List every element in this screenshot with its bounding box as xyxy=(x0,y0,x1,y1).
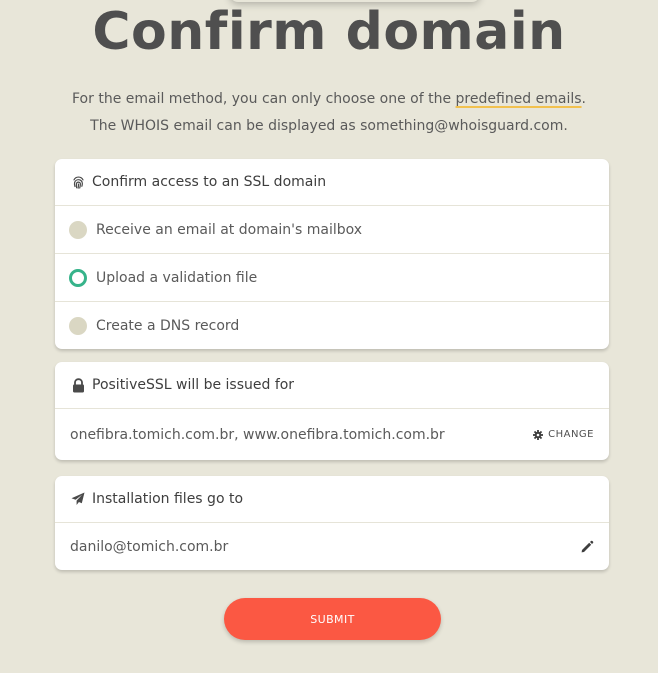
change-button[interactable]: CHANGE xyxy=(533,409,594,460)
option-email-mailbox-label: Receive an email at domain's mailbox xyxy=(96,221,363,238)
radio-email-mailbox[interactable] xyxy=(69,220,87,239)
installation-files-title: Installation files go to xyxy=(92,491,244,507)
radio-dns-record[interactable] xyxy=(69,316,87,335)
validation-method-header: Confirm access to an SSL domain xyxy=(55,159,609,206)
page-subtitle: For the email method, you can only choos… xyxy=(40,86,618,140)
installation-email-text: danilo@tomich.com.br xyxy=(70,538,229,555)
option-dns-record[interactable]: Create a DNS record xyxy=(55,302,609,349)
change-label: CHANGE xyxy=(548,429,594,440)
validation-method-card: Confirm access to an SSL domain Receive … xyxy=(55,159,609,349)
pencil-icon xyxy=(580,540,594,554)
option-upload-file[interactable]: Upload a validation file xyxy=(55,254,609,302)
email-row: danilo@tomich.com.br xyxy=(55,523,609,570)
installation-files-card: Installation files go to danilo@tomich.c… xyxy=(55,476,609,570)
gear-icon xyxy=(533,429,544,440)
fingerprint-icon xyxy=(70,174,86,190)
subtitle-period: . xyxy=(581,91,586,107)
option-upload-file-label: Upload a validation file xyxy=(96,269,258,286)
submit-button[interactable]: SUBMIT xyxy=(224,598,441,640)
issued-for-header: PositiveSSL will be issued for xyxy=(55,362,609,409)
domains-text: onefibra.tomich.com.br, www.onefibra.tom… xyxy=(70,426,445,443)
option-dns-record-label: Create a DNS record xyxy=(96,317,240,334)
validation-method-title: Confirm access to an SSL domain xyxy=(92,174,327,190)
subtitle-line-1: For the email method, you can only choos… xyxy=(40,86,618,113)
installation-files-header: Installation files go to xyxy=(55,476,609,523)
issued-for-title: PositiveSSL will be issued for xyxy=(92,377,295,393)
paper-plane-icon xyxy=(70,491,86,507)
domains-row: onefibra.tomich.com.br, www.onefibra.tom… xyxy=(55,409,609,460)
option-email-mailbox[interactable]: Receive an email at domain's mailbox xyxy=(55,206,609,254)
edit-email-button[interactable] xyxy=(580,523,594,570)
subtitle-text-1: For the email method, you can only choos… xyxy=(72,91,456,107)
page-title: Confirm domain xyxy=(92,2,566,62)
radio-upload-file[interactable] xyxy=(69,268,87,287)
lock-icon xyxy=(70,377,86,393)
subtitle-line-2: The WHOIS email can be displayed as some… xyxy=(90,118,568,134)
predefined-emails-link[interactable]: predefined emails xyxy=(456,91,582,107)
issued-for-card: PositiveSSL will be issued for onefibra.… xyxy=(55,362,609,460)
